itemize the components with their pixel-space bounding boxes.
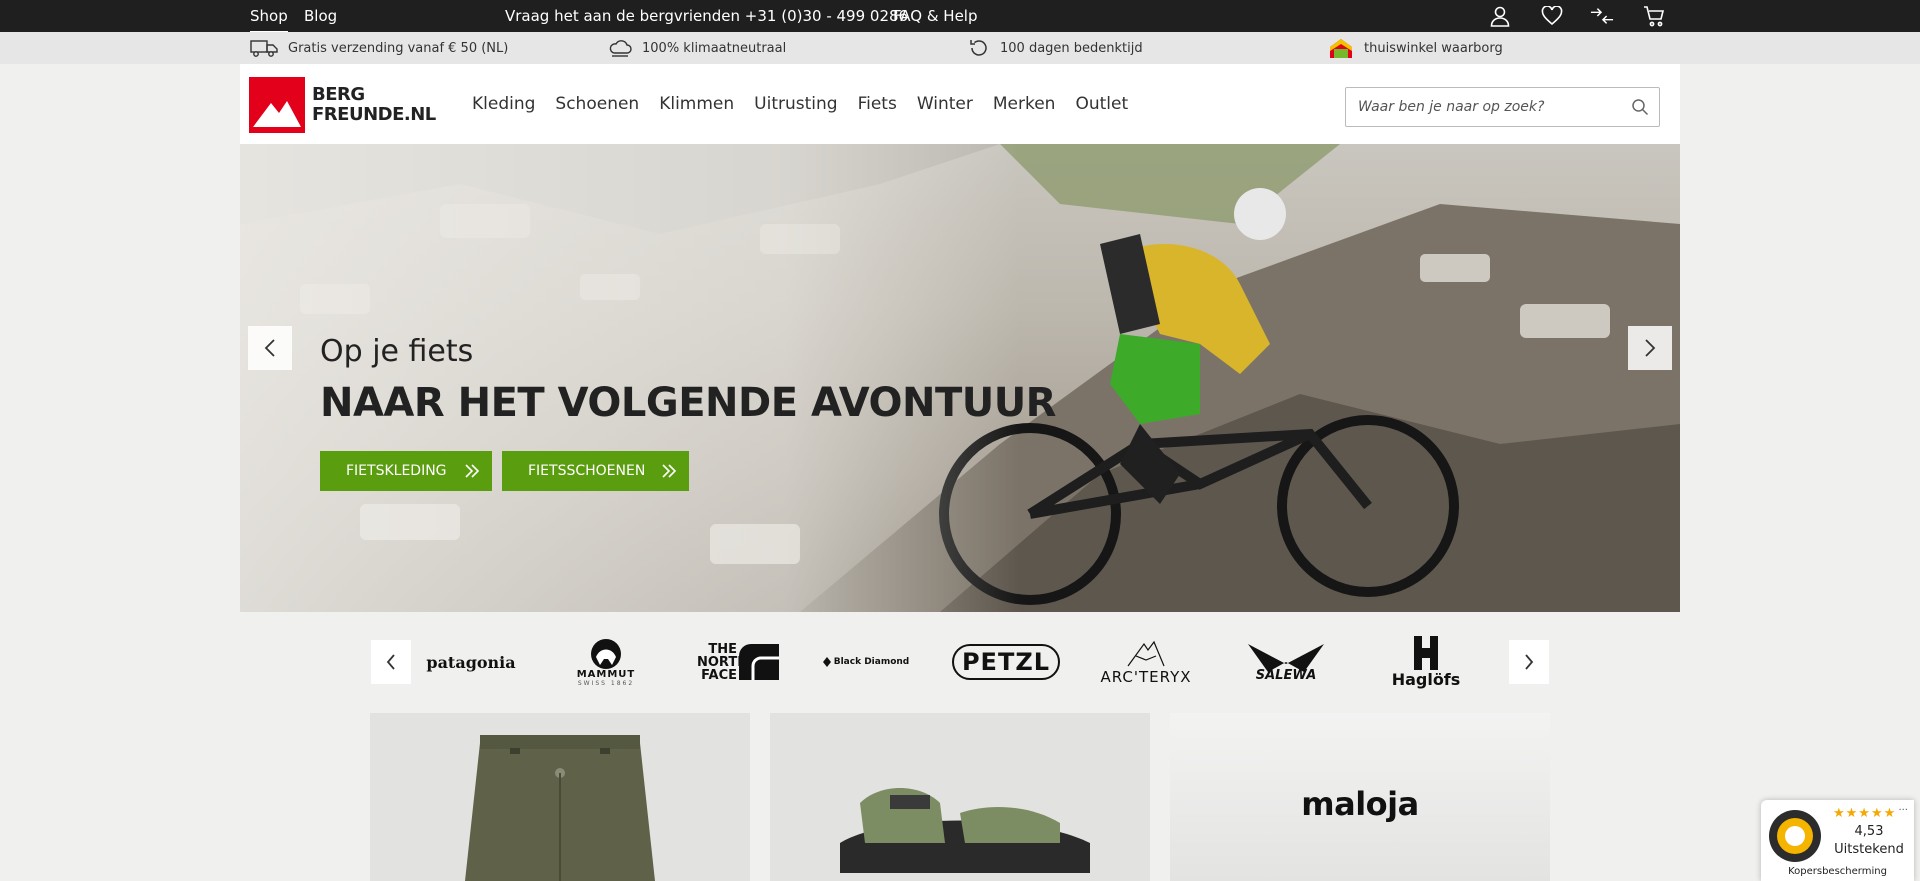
brand-patagonia[interactable]: patagonia xyxy=(411,630,531,694)
brands-next-button[interactable] xyxy=(1509,640,1549,684)
usp-climate: 100% klimaatneutraal xyxy=(608,32,786,64)
product-tile-sandal[interactable] xyxy=(770,713,1150,881)
compare-icon[interactable] xyxy=(1590,4,1614,28)
user-icon[interactable] xyxy=(1488,4,1512,28)
fietskleding-button[interactable]: Fietskleding xyxy=(320,451,492,491)
trusted-shops-badge[interactable]: ... ★★★★★ 4,53 Uitstekend Kopersbescherm… xyxy=(1761,800,1914,881)
rating-score: 4,53 xyxy=(1854,824,1884,839)
product-tile-pants[interactable] xyxy=(370,713,750,881)
brand-arcteryx[interactable]: ARC'TERYX xyxy=(1091,630,1201,694)
return-icon xyxy=(970,40,987,56)
hero-next-button[interactable] xyxy=(1628,326,1672,370)
nav-item-winter[interactable]: Winter xyxy=(917,94,973,114)
cta-label: Fietskleding xyxy=(346,463,447,479)
more-dots: ... xyxy=(1898,802,1908,813)
top-bar: Shop Blog Vraag het aan de bergvrienden … xyxy=(0,0,1920,33)
hero-prev-button[interactable] xyxy=(248,326,292,370)
site-logo[interactable]: BERG FREUNDE.NL xyxy=(249,76,449,134)
double-chevron-right-icon xyxy=(464,463,480,483)
logo-mountain-mark xyxy=(249,77,305,133)
diamond-icon xyxy=(822,657,831,667)
nav-item-merken[interactable]: Merken xyxy=(993,94,1056,114)
chevron-left-icon xyxy=(386,654,395,670)
nav-item-klimmen[interactable]: Klimmen xyxy=(659,94,734,114)
buyer-protection-text: Kopersbescherming xyxy=(1788,866,1887,877)
hero-title: NAAR HET VOLGENDE AVONTUUR xyxy=(320,380,1056,426)
shop-link[interactable]: Shop xyxy=(250,8,288,33)
brand-petzl[interactable]: PETZL xyxy=(951,630,1061,694)
faq-help-link[interactable]: FAQ & Help xyxy=(893,8,978,25)
nav-item-kleding[interactable]: Kleding xyxy=(472,94,535,114)
nav-item-outlet[interactable]: Outlet xyxy=(1075,94,1128,114)
brand-mammut[interactable]: MAMMUT SWISS 1862 xyxy=(553,630,659,694)
fietsschoenen-button[interactable]: Fietsschoenen xyxy=(502,451,689,491)
brand-carousel: patagonia MAMMUT SWISS 1862 THE NORTH FA… xyxy=(371,635,1549,689)
rating-label: Uitstekend xyxy=(1834,842,1904,857)
hero-overlay xyxy=(240,144,1020,612)
usp-text: thuiswinkel waarborg xyxy=(1364,40,1503,56)
logo-text: BERG FREUNDE.NL xyxy=(312,84,436,125)
mammut-logo-icon xyxy=(591,639,621,669)
double-chevron-right-icon xyxy=(661,463,677,483)
hero-subtitle: Op je fiets xyxy=(320,334,474,369)
usp-text: 100% klimaatneutraal xyxy=(642,40,787,56)
cloud-icon xyxy=(609,40,632,57)
blog-link[interactable]: Blog xyxy=(304,8,337,25)
brand-haglofs[interactable]: Haglöfs xyxy=(1371,630,1481,694)
truck-icon xyxy=(250,40,278,57)
usp-bar: Gratis verzending vanaf € 50 (NL) 100% k… xyxy=(0,32,1920,64)
search-icon[interactable] xyxy=(1631,98,1649,120)
brand-the-north-face[interactable]: THE NORTH FACE xyxy=(693,630,783,694)
hero-banner[interactable]: Op je fiets NAAR HET VOLGENDE AVONTUUR F… xyxy=(240,144,1680,612)
pants-image xyxy=(465,735,655,881)
chevron-right-icon xyxy=(1525,654,1534,670)
brand-black-diamond[interactable]: Black Diamond xyxy=(811,630,921,694)
cart-icon[interactable] xyxy=(1642,4,1666,28)
nav-item-schoenen[interactable]: Schoenen xyxy=(555,94,639,114)
brands-prev-button[interactable] xyxy=(371,640,411,684)
house-icon xyxy=(1330,39,1352,58)
arcteryx-logo-icon xyxy=(1127,640,1165,667)
chevron-right-icon xyxy=(1645,339,1656,357)
search-box xyxy=(1345,87,1660,127)
main-nav: Kleding Schoenen Klimmen Uitrusting Fiet… xyxy=(472,64,1148,144)
heart-icon[interactable] xyxy=(1540,4,1564,28)
trusted-shops-seal-icon xyxy=(1769,810,1821,862)
haglofs-logo-icon xyxy=(1414,635,1438,670)
maloja-logo-text: maloja xyxy=(1301,785,1419,823)
chevron-left-icon xyxy=(264,339,275,357)
usp-waarborg: thuiswinkel waarborg xyxy=(1328,32,1503,64)
search-input[interactable] xyxy=(1346,88,1616,126)
usp-shipping: Gratis verzending vanaf € 50 (NL) xyxy=(250,32,508,64)
usp-text: Gratis verzending vanaf € 50 (NL) xyxy=(288,40,509,56)
brand-salewa[interactable]: SALEWA xyxy=(1231,630,1341,694)
usp-text: 100 dagen bedenktijd xyxy=(1000,40,1143,56)
north-face-logo-icon xyxy=(739,644,779,680)
rating-stars: ★★★★★ xyxy=(1833,806,1897,821)
nav-item-fiets[interactable]: Fiets xyxy=(858,94,897,114)
product-tile-maloja[interactable]: maloja xyxy=(1170,713,1550,881)
usp-return: 100 dagen bedenktijd xyxy=(968,32,1143,64)
cta-label: Fietsschoenen xyxy=(528,463,646,479)
sandal-image xyxy=(840,788,1090,873)
contact-phone-text: Vraag het aan de bergvrienden +31 (0)30 … xyxy=(505,7,909,25)
main-header: BERG FREUNDE.NL Kleding Schoenen Klimmen… xyxy=(240,64,1680,144)
nav-item-uitrusting[interactable]: Uitrusting xyxy=(754,94,837,114)
